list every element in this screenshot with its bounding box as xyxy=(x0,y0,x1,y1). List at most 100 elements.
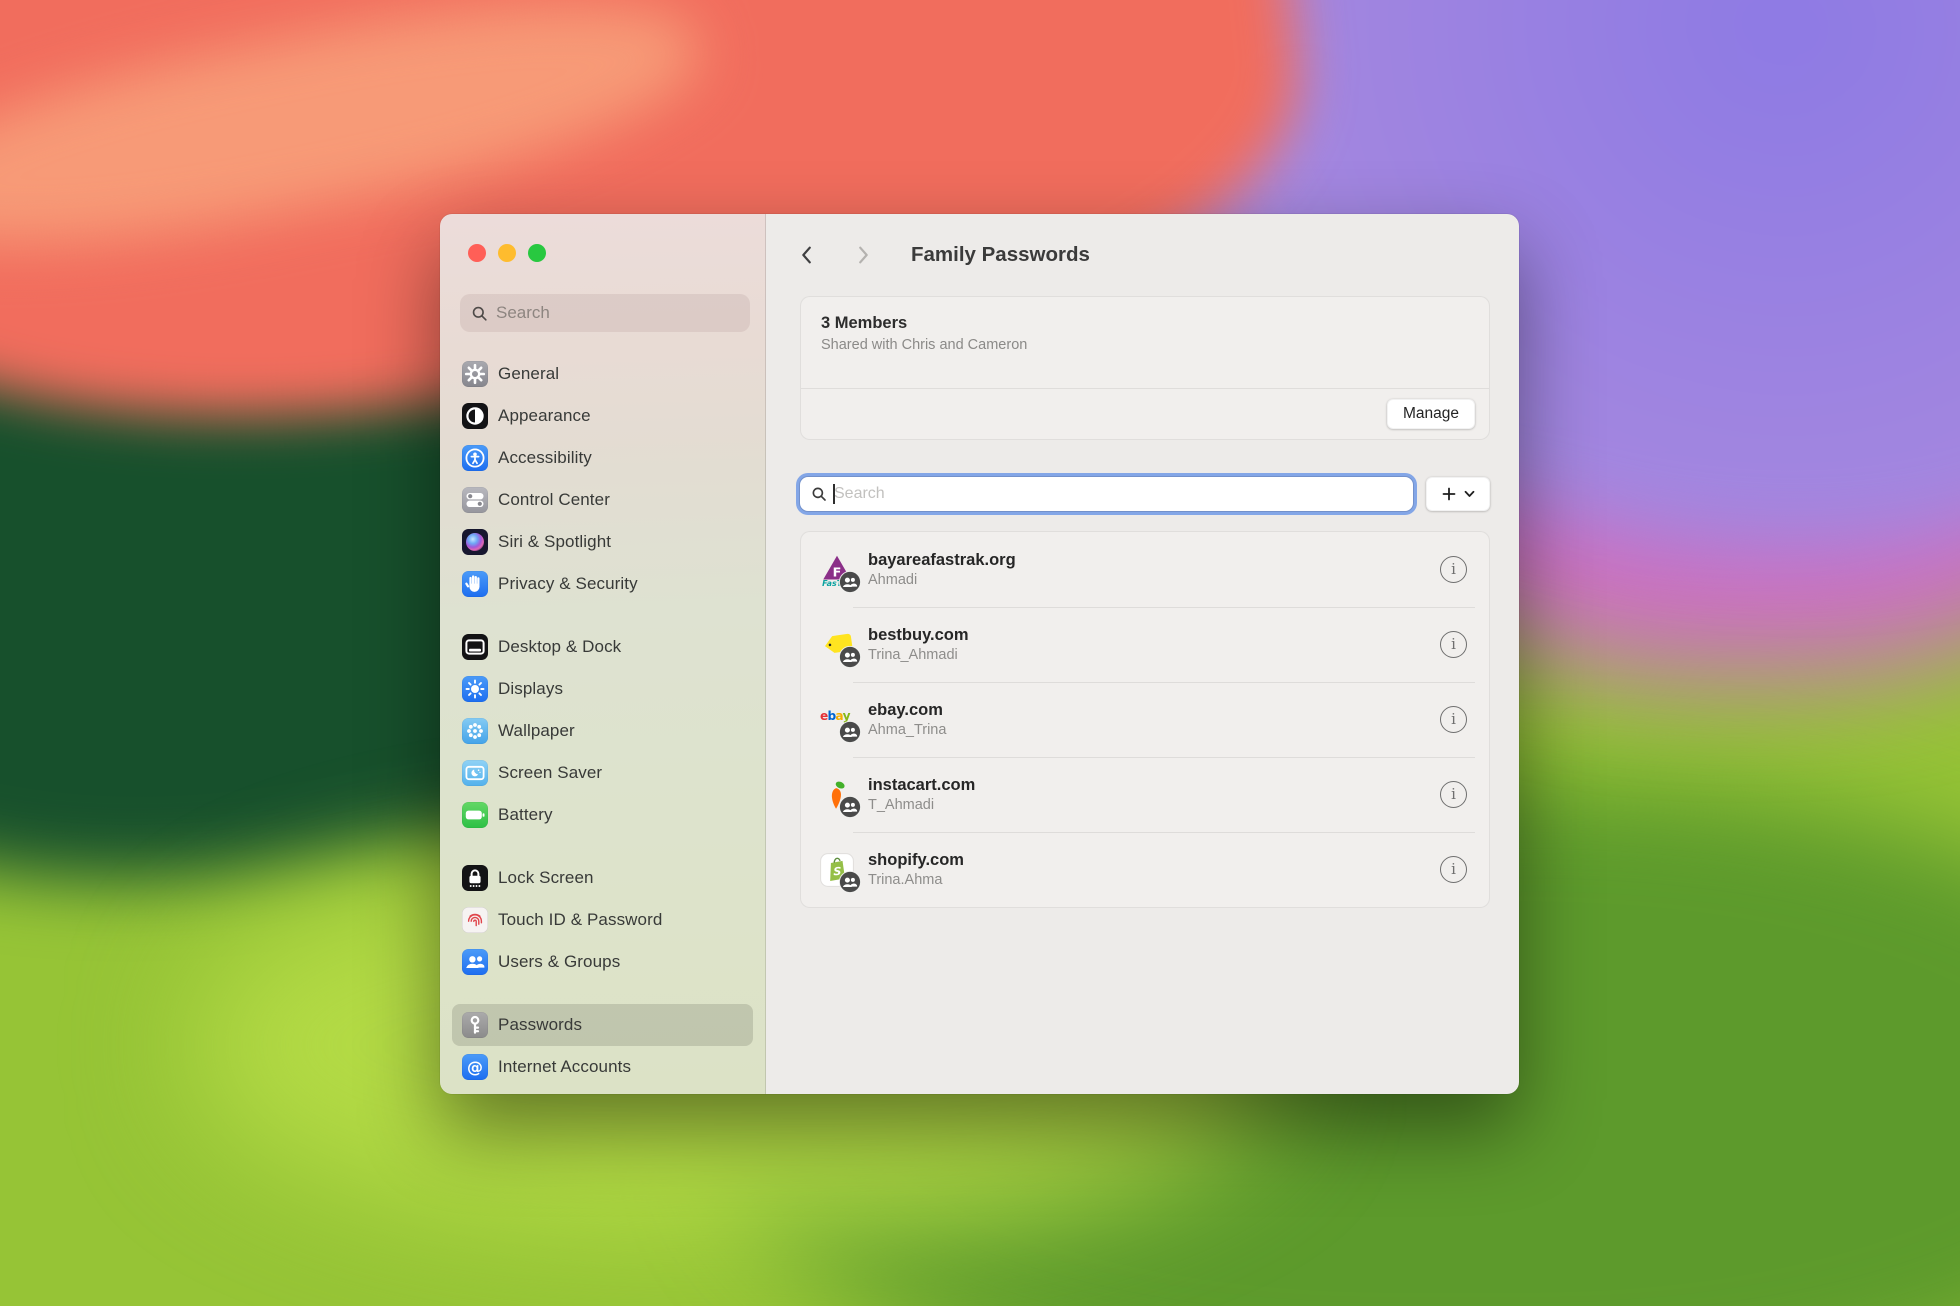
password-row-ebay-com[interactable]: ebay ebay.comAhma_Trinai xyxy=(801,682,1489,757)
info-button[interactable]: i xyxy=(1440,556,1467,583)
forward-button[interactable] xyxy=(849,241,877,269)
sidebar-item-label: Passwords xyxy=(498,1015,582,1035)
screen-saver-icon xyxy=(462,760,488,786)
shared-badge-icon xyxy=(839,646,861,668)
sidebar-item-label: Battery xyxy=(498,805,553,825)
sidebar-item-label: Users & Groups xyxy=(498,952,620,972)
sidebar: General Appearance Accessibility Control… xyxy=(440,214,766,1094)
sidebar-item-label: Siri & Spotlight xyxy=(498,532,611,552)
accessibility-icon xyxy=(462,445,488,471)
sidebar-group: Passwords @ Internet Accounts xyxy=(452,1004,753,1088)
sidebar-item-label: Privacy & Security xyxy=(498,574,638,594)
desktop-dock-icon xyxy=(462,634,488,660)
privacy-hand-icon xyxy=(462,571,488,597)
sidebar-item-wallpaper[interactable]: Wallpaper xyxy=(452,710,753,752)
members-count: 3 Members xyxy=(821,314,1469,333)
control-center-icon xyxy=(462,487,488,513)
sidebar-item-control-center[interactable]: Control Center xyxy=(452,479,753,521)
main-content: 3 Members Shared with Chris and Cameron … xyxy=(766,296,1519,908)
sidebar-item-label: Appearance xyxy=(498,406,591,426)
password-row-text: bayareafastrak.org Ahmadi xyxy=(868,551,1440,588)
password-username: Ahmadi xyxy=(868,572,1440,588)
password-site: bestbuy.com xyxy=(868,626,1440,645)
chevron-right-icon xyxy=(853,244,873,266)
minimize-button[interactable] xyxy=(498,244,516,262)
password-username: T_Ahmadi xyxy=(868,797,1440,813)
sidebar-item-label: General xyxy=(498,364,559,384)
plus-icon xyxy=(1442,487,1456,501)
sidebar-item-appearance[interactable]: Appearance xyxy=(452,395,753,437)
sidebar-item-lock-screen[interactable]: Lock Screen xyxy=(452,857,753,899)
search-icon xyxy=(470,304,489,323)
sidebar-item-label: Desktop & Dock xyxy=(498,637,621,657)
password-site: bayareafastrak.org xyxy=(868,551,1440,570)
members-actions: Manage xyxy=(801,389,1489,439)
wallpaper-icon xyxy=(462,718,488,744)
sidebar-item-general[interactable]: General xyxy=(452,353,753,395)
password-site: instacart.com xyxy=(868,776,1440,795)
shared-badge-icon xyxy=(839,871,861,893)
fastrak-favicon: F FasT xyxy=(819,552,855,588)
sidebar-item-touch-id-password[interactable]: Touch ID & Password xyxy=(452,899,753,941)
zoom-button[interactable] xyxy=(528,244,546,262)
sidebar-nav: General Appearance Accessibility Control… xyxy=(452,353,753,1094)
password-row-instacart-com[interactable]: instacart.com T_Ahmadii xyxy=(801,757,1489,832)
sidebar-item-accessibility[interactable]: Accessibility xyxy=(452,437,753,479)
sidebar-item-screen-saver[interactable]: Screen Saver xyxy=(452,752,753,794)
close-button[interactable] xyxy=(468,244,486,262)
sidebar-group: Lock Screen Touch ID & Password Users & … xyxy=(452,857,753,983)
siri-icon xyxy=(462,529,488,555)
sidebar-item-displays[interactable]: Displays xyxy=(452,668,753,710)
sidebar-item-label: Screen Saver xyxy=(498,763,602,783)
password-username: Ahma_Trina xyxy=(868,722,1440,738)
sidebar-item-label: Accessibility xyxy=(498,448,592,468)
sidebar-item-label: Displays xyxy=(498,679,563,699)
sidebar-search-field[interactable] xyxy=(460,294,750,332)
passwords-search-field[interactable] xyxy=(800,477,1413,511)
users-groups-icon xyxy=(462,949,488,975)
sidebar-item-desktop-dock[interactable]: Desktop & Dock xyxy=(452,626,753,668)
sidebar-search-input[interactable] xyxy=(496,303,740,323)
sidebar-item-label: Wallpaper xyxy=(498,721,575,741)
manage-button[interactable]: Manage xyxy=(1387,399,1475,429)
sidebar-item-passwords[interactable]: Passwords xyxy=(452,1004,753,1046)
info-button[interactable]: i xyxy=(1440,856,1467,883)
sidebar-item-siri-spotlight[interactable]: Siri & Spotlight xyxy=(452,521,753,563)
sidebar-item-privacy-security[interactable]: Privacy & Security xyxy=(452,563,753,605)
sidebar-item-internet-accounts[interactable]: @ Internet Accounts xyxy=(452,1046,753,1088)
settings-window: General Appearance Accessibility Control… xyxy=(440,214,1519,1094)
shared-badge-icon xyxy=(839,571,861,593)
password-row-shopify-com[interactable]: S shopify.comTrina.Ahmai xyxy=(801,832,1489,907)
info-button[interactable]: i xyxy=(1440,781,1467,808)
sidebar-group: Desktop & Dock Displays Wallpaper Screen… xyxy=(452,626,753,836)
password-row-bayareafastrak-org[interactable]: F FasT bayareafastrak.org Ahmadii xyxy=(801,532,1489,607)
sidebar-item-users-groups[interactable]: Users & Groups xyxy=(452,941,753,983)
traffic-lights xyxy=(468,244,546,262)
members-card: 3 Members Shared with Chris and Cameron … xyxy=(800,296,1490,440)
search-icon xyxy=(810,485,828,503)
svg-text:@: @ xyxy=(467,1057,483,1076)
sidebar-item-label: Control Center xyxy=(498,490,610,510)
instacart-favicon xyxy=(819,777,855,813)
back-button[interactable] xyxy=(793,241,821,269)
main-header: Family Passwords xyxy=(766,214,1519,296)
info-button[interactable]: i xyxy=(1440,706,1467,733)
passwords-toolbar xyxy=(800,477,1490,511)
password-row-bestbuy-com[interactable]: bestbuy.com Trina_Ahmadii xyxy=(801,607,1489,682)
info-button[interactable]: i xyxy=(1440,631,1467,658)
page-title: Family Passwords xyxy=(911,243,1090,267)
password-username: Trina_Ahmadi xyxy=(868,647,1440,663)
sidebar-group: General Appearance Accessibility Control… xyxy=(452,353,753,605)
password-row-text: ebay.comAhma_Trina xyxy=(868,701,1440,738)
main-pane: Family Passwords 3 Members Shared with C… xyxy=(766,214,1519,1094)
password-row-text: instacart.com T_Ahmadi xyxy=(868,776,1440,813)
displays-icon xyxy=(462,676,488,702)
sidebar-item-label: Internet Accounts xyxy=(498,1057,631,1077)
add-password-button[interactable] xyxy=(1426,477,1490,511)
sidebar-item-battery[interactable]: Battery xyxy=(452,794,753,836)
members-summary: 3 Members Shared with Chris and Cameron xyxy=(801,297,1489,388)
passwords-search-input[interactable] xyxy=(834,485,1403,503)
sidebar-item-label: Touch ID & Password xyxy=(498,910,662,930)
touch-id-icon xyxy=(462,907,488,933)
lock-screen-icon xyxy=(462,865,488,891)
